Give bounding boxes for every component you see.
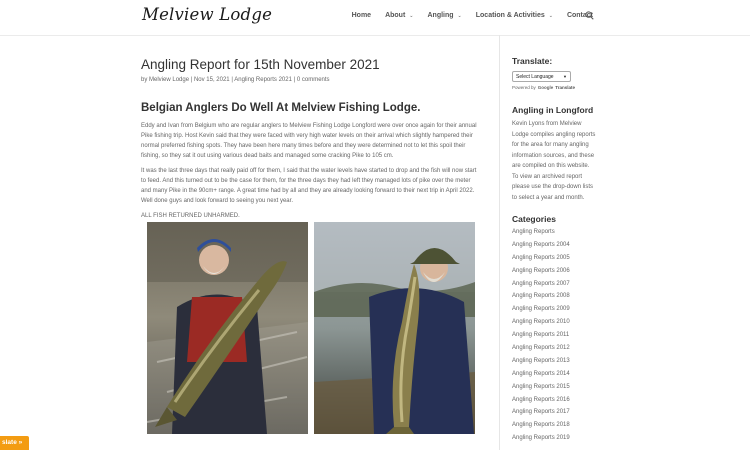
nav-angling[interactable]: Angling ⌄ [427,12,461,19]
post-paragraph: It was the last three days that really p… [141,168,477,204]
angler-photo-1[interactable] [147,222,308,434]
angling-widget-title: Angling in Longford [512,105,594,115]
sidebar-divider [499,35,500,450]
category-link[interactable]: Angling Reports 2014 [512,368,612,381]
chevron-down-icon: ⌄ [409,12,414,19]
category-link[interactable]: Angling Reports 2013 [512,355,612,368]
chevron-down-icon: ▼ [563,74,567,79]
post-paragraph: Eddy and Ivan from Belgium who are regul… [141,123,477,159]
nav-home-label: Home [351,12,372,19]
nav-home[interactable]: Home [352,12,371,19]
post-paragraph: ALL FISH RETURNED UNHARMED. [141,213,240,219]
meta-author-link[interactable]: Melview Lodge [149,77,189,83]
meta-by: by [141,77,148,83]
category-link[interactable]: Angling Reports 2017 [512,406,612,419]
meta-separator: | [293,77,296,83]
language-select[interactable]: Select Language ▼ [512,71,571,82]
category-link[interactable]: Angling Reports 2019 [512,432,612,445]
sidebar: Translate: Select Language ▼ Powered by … [512,56,612,445]
google-translate-link[interactable]: Translate [555,85,575,90]
nav-location-label: Location & Activities [475,12,545,19]
site-header: Melview Lodge Home About ⌄ Angling ⌄ Locat… [0,0,750,35]
powered-by-google: Powered by Google Translate [512,85,612,90]
nav-about[interactable]: About ⌄ [385,12,413,19]
post-title: Angling Report for 15th November 2021 [141,57,380,72]
meta-separator: | [190,77,193,83]
post-article: Angling Report for 15th November 2021 by… [141,56,477,221]
post-meta: by Melview Lodge | Nov 15, 2021 | Anglin… [141,77,477,83]
category-link[interactable]: Angling Reports 2009 [512,303,612,316]
categories-list: Angling Reports Angling Reports 2004 Ang… [512,226,612,445]
post-heading: Belgian Anglers Do Well At Melview Fishi… [141,102,421,114]
category-link[interactable]: Angling Reports [512,226,612,239]
category-link[interactable]: Angling Reports 2015 [512,381,612,394]
angler-photo-2[interactable] [314,222,475,434]
category-link[interactable]: Angling Reports 2016 [512,394,612,407]
meta-separator: | [231,77,233,83]
language-select-value: Select Language [516,73,554,80]
google-logo: Google [537,85,554,90]
translate-tab-button[interactable]: slate » [0,436,29,450]
nav-about-label: About [385,12,406,19]
powered-by-label: Powered by [512,85,536,90]
category-link[interactable]: Angling Reports 2010 [512,316,612,329]
category-link[interactable]: Angling Reports 2007 [512,278,612,291]
nav-location-activities[interactable]: Location & Activities ⌄ [476,12,553,19]
category-link[interactable]: Angling Reports 2005 [512,252,612,265]
nav-angling-label: Angling [427,12,454,19]
angling-widget-text: Kevin Lyons from Melview Lodge compiles … [512,121,596,201]
site-logo[interactable]: Melview Lodge [142,5,272,24]
translate-widget-title: Translate: [512,56,553,66]
photo-gallery [147,222,475,434]
category-link[interactable]: Angling Reports 2012 [512,342,612,355]
category-link[interactable]: Angling Reports 2011 [512,329,612,342]
meta-date: Nov 15, 2021 [193,77,230,83]
category-link[interactable]: Angling Reports 2018 [512,419,612,432]
chevron-down-icon: ⌄ [548,12,553,19]
category-link[interactable]: Angling Reports 2008 [512,290,612,303]
category-link[interactable]: Angling Reports 2006 [512,265,612,278]
category-link[interactable]: Angling Reports 2004 [512,239,612,252]
search-icon[interactable] [585,11,594,20]
main-nav: Home About ⌄ Angling ⌄ Location & Activiti… [338,12,593,19]
chevron-down-icon: ⌄ [457,12,462,19]
categories-title: Categories [512,214,556,224]
meta-comments-link[interactable]: 0 comments [297,77,330,83]
meta-category-link[interactable]: Angling Reports 2021 [234,77,292,83]
